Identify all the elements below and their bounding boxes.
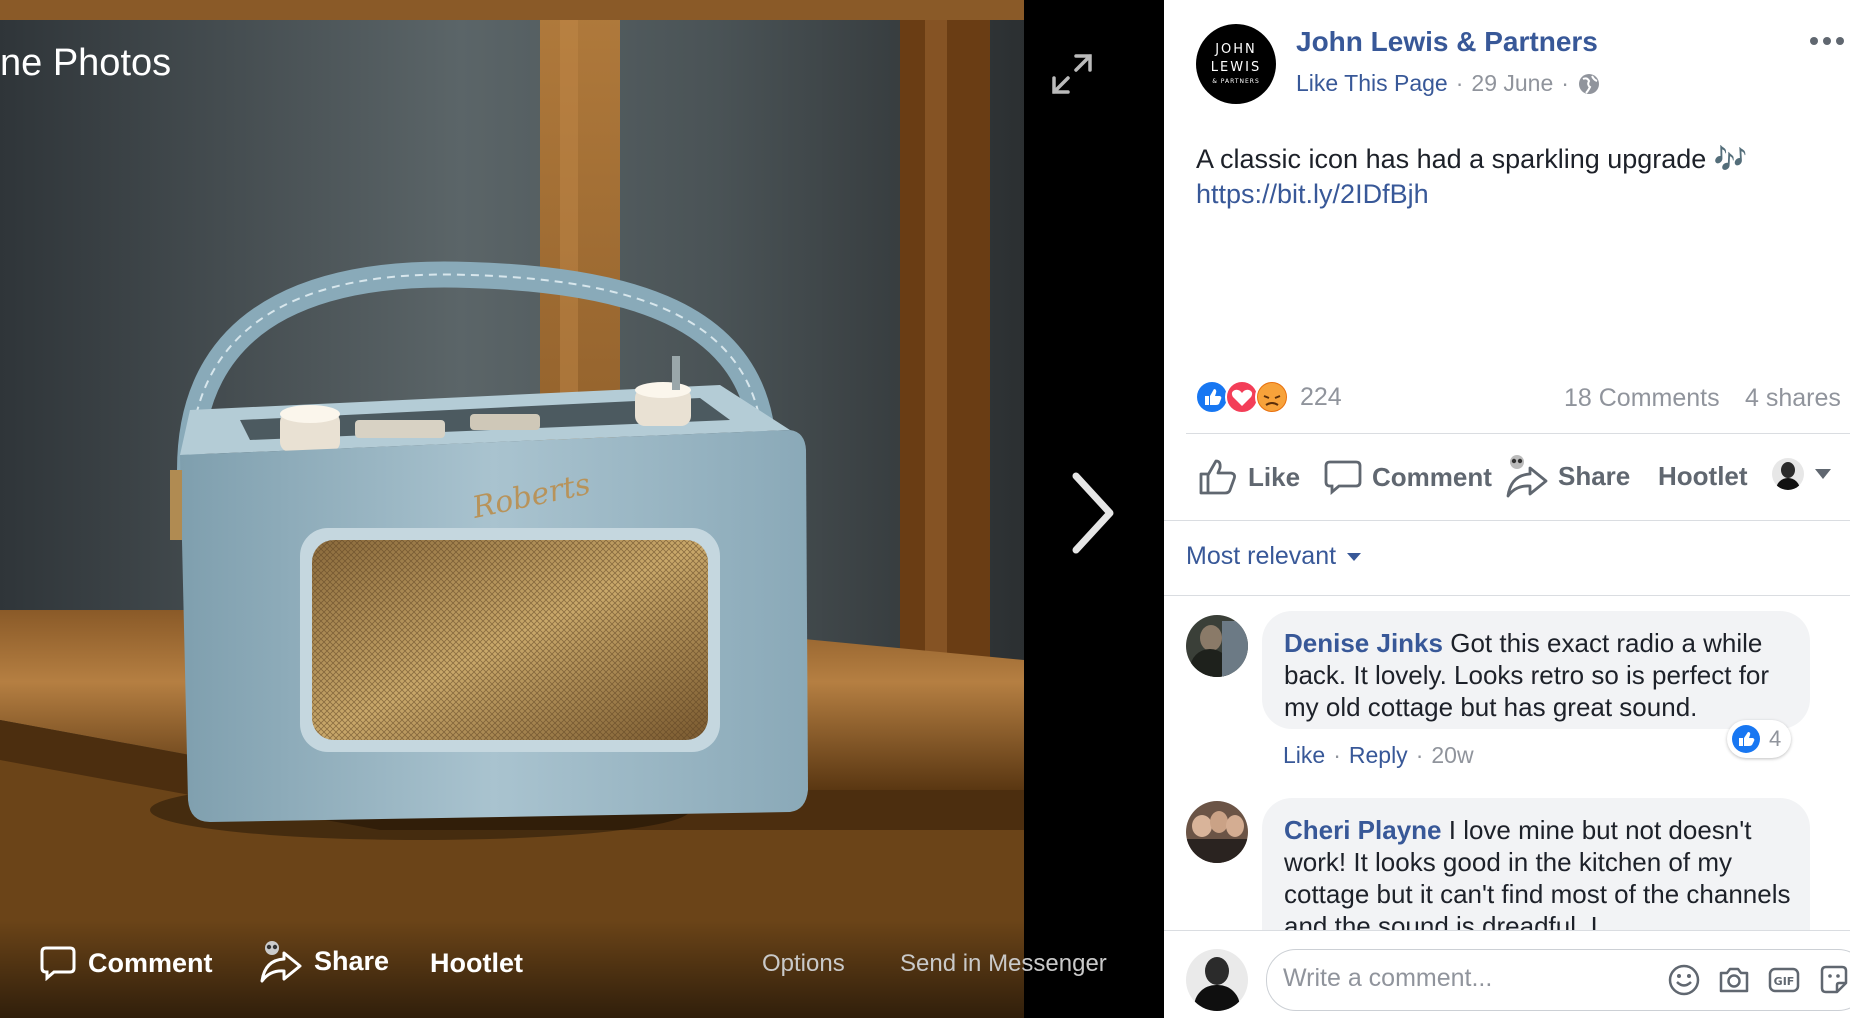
page-avatar[interactable]: JOHN LEWIS & PARTNERS [1196, 24, 1276, 104]
comment-button-label: Comment [1372, 461, 1492, 492]
comment-reply-link[interactable]: Reply [1349, 742, 1408, 769]
post-text: A classic icon has had a sparkling upgra… [1196, 144, 1748, 174]
meta-separator-2: · [1561, 70, 1569, 96]
viewer-hootlet-button[interactable]: Hootlet [430, 948, 523, 979]
meta-separator: · [1333, 742, 1341, 768]
post-as-selector[interactable] [1772, 458, 1832, 490]
post-options-button[interactable] [1807, 26, 1847, 56]
next-photo-button[interactable] [1070, 470, 1118, 556]
photo[interactable]: Roberts [0, 0, 1024, 1018]
thumbs-up-icon [1199, 459, 1236, 495]
shares-count-link[interactable]: 4 shares [1745, 384, 1841, 413]
expand-icon[interactable] [1050, 52, 1094, 96]
reactions-summary[interactable]: 224 [1194, 379, 1342, 415]
viewer-comment-label: Comment [88, 947, 213, 978]
globe-icon [1578, 73, 1599, 94]
post-meta: Like This Page · 29 June · [1296, 70, 1601, 97]
comment-author[interactable]: Denise Jinks [1284, 628, 1443, 658]
composer-area: Write a comment... GIF [1164, 930, 1850, 1018]
viewer-send-messenger-button[interactable]: Send in Messenger [900, 950, 1107, 978]
comment-reaction-badge[interactable]: 4 [1727, 720, 1792, 758]
page-logo-line-2: LEWIS [1210, 60, 1262, 75]
page-logo-line-3: & PARTNERS [1212, 78, 1260, 85]
meta-separator: · [1415, 742, 1424, 768]
share-button[interactable]: Share [1504, 452, 1630, 500]
radio-photo-image: Roberts [0, 0, 1024, 1018]
share-icon [1506, 455, 1548, 498]
reaction-icons [1195, 380, 1289, 414]
comment-bubble: Denise Jinks Got this exact radio a whil… [1262, 611, 1810, 729]
viewer-options-button[interactable]: Options [762, 950, 845, 978]
comment-actions: Like · Reply · 20w [1283, 742, 1474, 769]
share-button-label: Share [1558, 460, 1631, 491]
like-button[interactable]: Like [1198, 455, 1300, 499]
reactions-count: 224 [1300, 382, 1342, 411]
commenter-avatar[interactable] [1186, 615, 1248, 677]
photo-viewer: Roberts ne Photos Comment Share Hootlet … [0, 0, 1164, 1018]
comment-sort-label: Most relevant [1186, 542, 1337, 570]
viewer-share-label: Share [314, 945, 390, 976]
comment-author[interactable]: Cheri Playne [1284, 815, 1442, 845]
divider [1164, 595, 1850, 596]
post-link[interactable]: https://bit.ly/2IDfBjh [1196, 179, 1429, 210]
comment-icon [40, 946, 76, 981]
comment-input-placeholder: Write a comment... [1283, 964, 1493, 992]
comment-button[interactable]: Comment [1324, 455, 1492, 499]
comment-text-block: Denise Jinks Got this exact radio a whil… [1284, 627, 1794, 723]
album-title: ne Photos [0, 42, 172, 84]
commenter-avatar[interactable] [1186, 801, 1248, 863]
sticker-icon[interactable] [1817, 963, 1850, 997]
post-panel: JOHN LEWIS & PARTNERS John Lewis & Partn… [1164, 0, 1850, 1018]
page-name-link[interactable]: John Lewis & Partners [1296, 26, 1598, 58]
divider [1186, 433, 1850, 434]
meta-separator: · [1455, 70, 1464, 96]
comment-input[interactable]: Write a comment... GIF [1266, 949, 1850, 1011]
caret-down-icon [1347, 552, 1362, 561]
comment-reaction-count: 4 [1769, 726, 1782, 751]
composer-avatar [1186, 949, 1248, 1011]
like-page-link[interactable]: Like This Page [1296, 70, 1448, 97]
viewer-comment-button[interactable]: Comment [40, 943, 213, 983]
hootlet-button[interactable]: Hootlet [1658, 461, 1748, 492]
divider [1164, 520, 1850, 521]
chevron-right-icon [1072, 472, 1114, 554]
more-icon [1810, 37, 1844, 45]
comment-time[interactable]: 20w [1431, 742, 1473, 769]
post-date[interactable]: 29 June [1471, 70, 1553, 97]
share-icon [260, 941, 302, 983]
comments-count-link[interactable]: 18 Comments [1564, 384, 1720, 413]
like-reaction-icon [1732, 725, 1760, 753]
like-button-label: Like [1248, 461, 1301, 492]
viewer-share-button[interactable]: Share [258, 938, 389, 984]
emoji-icon[interactable] [1667, 963, 1701, 997]
page-logo-line-1: JOHN [1215, 42, 1257, 57]
gif-icon[interactable]: GIF [1767, 963, 1801, 997]
camera-icon[interactable] [1717, 963, 1751, 997]
comment-icon [1324, 460, 1362, 495]
comment-sort-dropdown[interactable]: Most relevant [1186, 542, 1362, 571]
avatar [1772, 458, 1804, 490]
comment-like-link[interactable]: Like [1283, 742, 1325, 769]
comment-text-block: Cheri Playne I love mine but not doesn't… [1284, 814, 1794, 942]
caret-down-icon [1815, 469, 1831, 479]
svg-text:GIF: GIF [1774, 975, 1795, 988]
